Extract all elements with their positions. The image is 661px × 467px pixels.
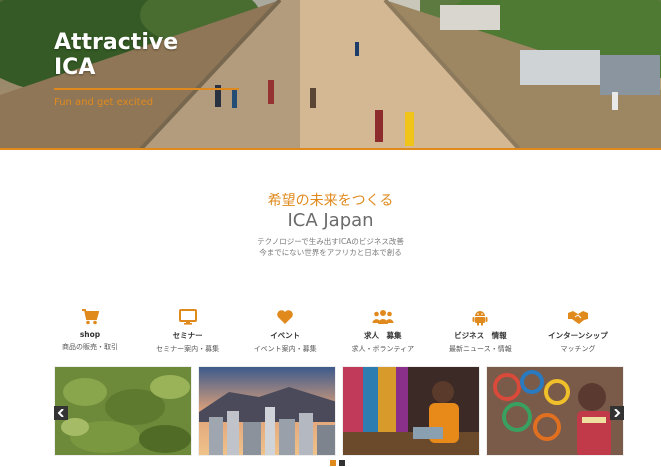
carousel-pagination — [330, 460, 345, 466]
feature-label: shop — [79, 330, 101, 339]
feature-label: ビジネス 情報 — [454, 331, 507, 340]
intro-title: ICA Japan — [287, 210, 374, 231]
feature-desc: マッチング — [560, 345, 596, 353]
monitor-icon — [140, 308, 236, 326]
hero-title-line1: Attractive — [54, 30, 179, 55]
city-skyline-image — [199, 367, 335, 455]
feature-internship[interactable]: インターンシップ マッチング — [530, 308, 626, 356]
hero-bottom-divider — [0, 148, 661, 150]
hero-divider — [54, 88, 239, 90]
image-carousel — [54, 366, 624, 456]
feature-label: イベント — [270, 331, 301, 340]
feature-label: セミナー — [172, 331, 203, 340]
feature-business-info[interactable]: ビジネス 情報 最新ニュース・情報 — [432, 308, 528, 356]
carousel-slide-market[interactable] — [486, 366, 624, 456]
chevron-left-icon — [57, 409, 64, 417]
feature-label: 求人 募集 — [364, 331, 402, 340]
intro-desc-line1: テクノロジーで生み出すICAのビジネス改善 — [257, 237, 404, 246]
carousel-slide-artisan[interactable] — [342, 366, 480, 456]
feature-event[interactable]: イベント イベント案内・募集 — [237, 308, 333, 356]
feature-jobs[interactable]: 求人 募集 求人・ボランティア — [335, 308, 431, 356]
carousel-slide-dried-leaves[interactable] — [54, 366, 192, 456]
handshake-icon — [530, 308, 626, 326]
heart-icon — [237, 308, 333, 326]
market-beads-image — [487, 367, 623, 455]
intro-description: テクノロジーで生み出すICAのビジネス改善 今までにない世界をアフリカと日本で創… — [0, 236, 661, 258]
feature-desc: イベント案内・募集 — [253, 345, 317, 353]
feature-label: インターンシップ — [548, 331, 608, 340]
intro-desc-line2: 今までにない世界をアフリカと日本で創る — [259, 248, 402, 257]
hero-title: Attractive ICA — [54, 30, 178, 80]
feature-desc: セミナー案内・募集 — [156, 345, 220, 353]
people-icon — [335, 308, 431, 326]
cart-icon — [42, 308, 138, 326]
feature-menu: shop 商品の販売・取引 セミナー セミナー案内・募集 イベント イベント案内… — [42, 308, 626, 356]
android-icon — [432, 308, 528, 326]
carousel-dot-2[interactable] — [339, 460, 345, 466]
intro-headline: 希望の未来をつくる — [267, 193, 394, 209]
carousel-slide-city[interactable] — [198, 366, 336, 456]
artisan-woman-image — [343, 367, 479, 455]
hero-banner: Attractive ICA Fun and get excited — [0, 0, 661, 150]
hero-subtitle: Fun and get excited — [54, 97, 154, 108]
carousel-next-button[interactable] — [610, 406, 624, 420]
hero-title-line2: ICA — [54, 55, 96, 80]
feature-desc: 求人・ボランティア — [351, 345, 415, 353]
carousel-prev-button[interactable] — [54, 406, 68, 420]
chevron-right-icon — [614, 409, 621, 417]
feature-desc: 最新ニュース・情報 — [449, 345, 512, 353]
feature-desc: 商品の販売・取引 — [62, 343, 118, 351]
dried-leaves-image — [55, 367, 191, 455]
feature-shop[interactable]: shop 商品の販売・取引 — [42, 308, 138, 356]
feature-seminar[interactable]: セミナー セミナー案内・募集 — [140, 308, 236, 356]
carousel-dot-1[interactable] — [330, 460, 336, 466]
